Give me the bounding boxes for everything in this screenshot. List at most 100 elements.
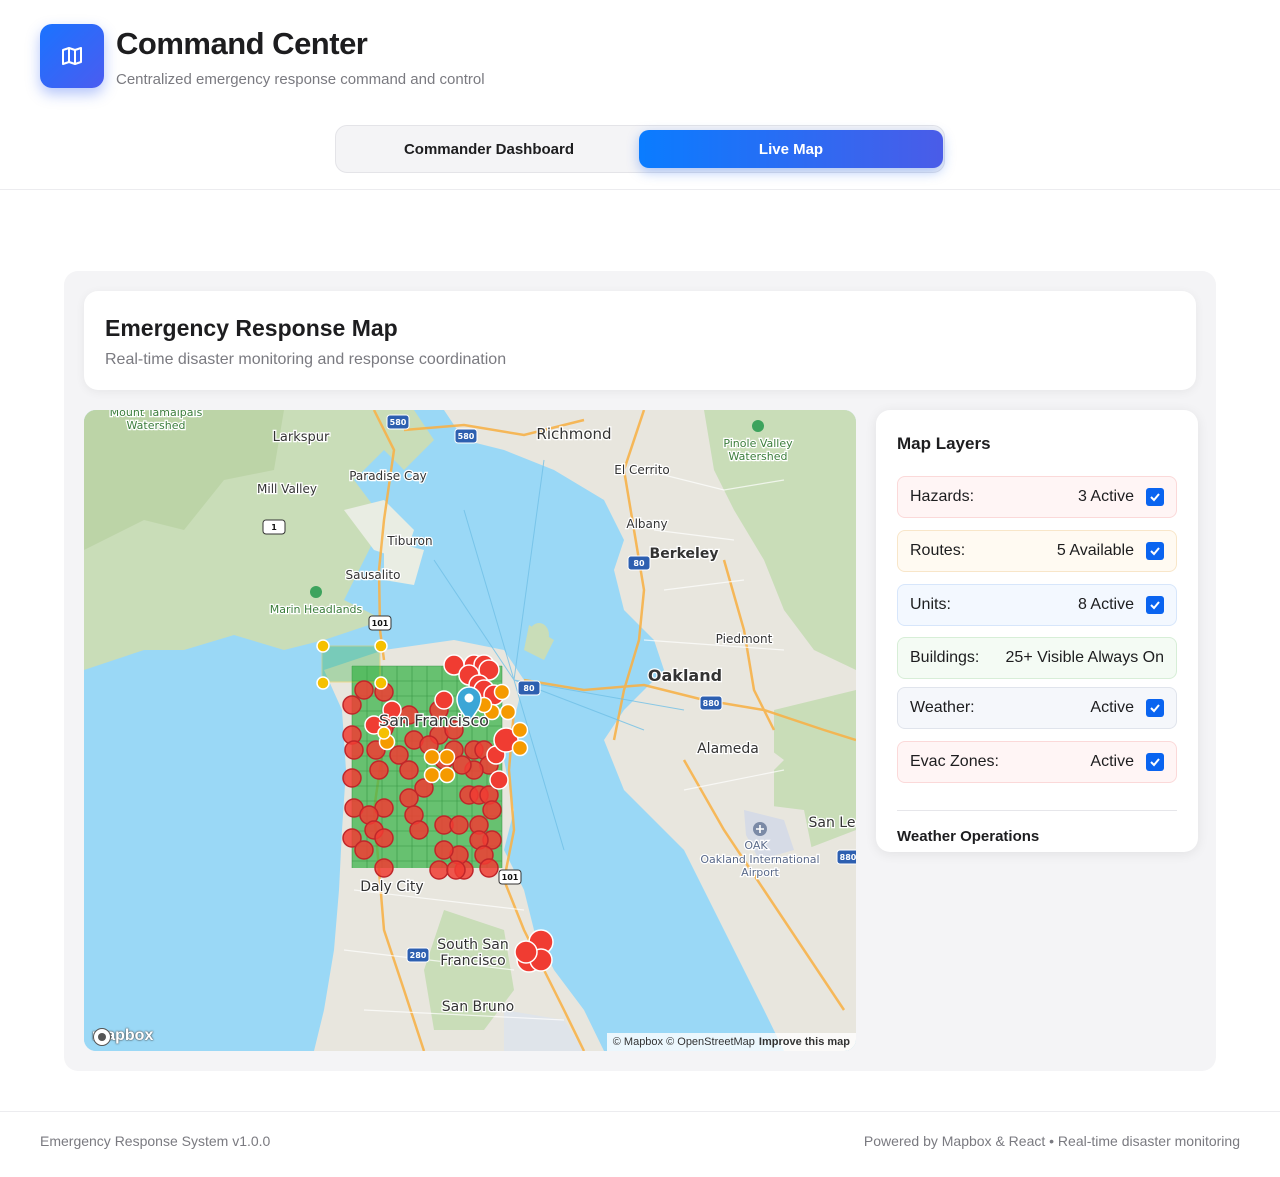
hazard-marker[interactable] (399, 760, 419, 780)
hazard-marker[interactable] (369, 760, 389, 780)
hazard-marker[interactable] (479, 858, 499, 878)
map-title: Emergency Response Map (105, 315, 398, 341)
check-icon (1150, 601, 1160, 610)
unit-marker[interactable] (423, 748, 441, 766)
map-place-label: Daly City (360, 879, 423, 895)
map-place-label: San Francisco (379, 711, 489, 730)
hazard-marker[interactable] (342, 695, 362, 715)
road-shield-icon: 580 (454, 428, 478, 444)
mapbox-logo[interactable]: mapbox (92, 1027, 153, 1046)
hazard-marker[interactable] (354, 680, 374, 700)
unit-marker[interactable] (438, 766, 456, 784)
tab-live-map[interactable]: Live Map (639, 130, 943, 168)
map-place-label: South San Francisco (437, 937, 508, 969)
unit-marker[interactable] (511, 721, 529, 739)
map-canvas[interactable]: 58058011018080880101280880 Mount Tamalpa… (84, 410, 856, 1051)
check-icon (1150, 758, 1160, 767)
map-header-card: Emergency Response Map Real-time disaste… (84, 291, 1196, 390)
hazard-marker[interactable] (434, 690, 454, 710)
svg-text:101: 101 (372, 619, 389, 628)
map-place-label: Alameda (697, 741, 759, 757)
layer-name: Hazards: (910, 488, 975, 505)
svg-text:101: 101 (502, 873, 519, 882)
svg-text:880: 880 (703, 699, 720, 708)
airport-icon (753, 822, 767, 836)
map-place-label: Paradise Cay (349, 469, 427, 483)
layer-row-buildings[interactable]: Buildings: 25+ Visible Always On (897, 637, 1177, 679)
layer-row-evaczones[interactable]: Evac Zones: Active (897, 741, 1177, 783)
hazard-marker[interactable] (446, 860, 466, 880)
zone-vertex-marker[interactable] (316, 676, 330, 690)
view-tabs: Commander Dashboard Live Map (335, 125, 945, 173)
hazard-marker[interactable] (489, 770, 509, 790)
layers-title: Map Layers (897, 434, 991, 453)
layer-row-routes[interactable]: Routes: 5 Available (897, 530, 1177, 572)
layer-row-units[interactable]: Units: 8 Active (897, 584, 1177, 626)
check-icon (1150, 547, 1160, 556)
layer-row-hazards[interactable]: Hazards: 3 Active (897, 476, 1177, 518)
hazard-marker[interactable] (409, 820, 429, 840)
layer-checkbox[interactable] (1146, 699, 1164, 717)
hazard-marker[interactable] (449, 815, 469, 835)
layer-row-weather[interactable]: Weather: Active (897, 687, 1177, 729)
unit-marker[interactable] (423, 766, 441, 784)
layer-status: Active (1090, 699, 1134, 716)
unit-marker[interactable] (493, 683, 511, 701)
svg-text:280: 280 (410, 951, 427, 960)
map-icon (62, 47, 82, 65)
tab-commander-dashboard[interactable]: Commander Dashboard (340, 130, 638, 168)
app-logo[interactable] (40, 24, 104, 88)
road-shield-icon: 101 (498, 869, 522, 885)
layer-name: Buildings: (910, 649, 980, 666)
hazard-marker[interactable] (374, 858, 394, 878)
layer-status: 5 Available (1056, 542, 1134, 559)
layer-name: Evac Zones: (910, 753, 999, 770)
check-icon (1150, 493, 1160, 502)
hazard-marker[interactable] (482, 800, 502, 820)
page-subtitle: Centralized emergency response command a… (116, 71, 485, 88)
layer-status: 3 Active (1077, 488, 1134, 505)
map-attribution: © Mapbox © OpenStreetMap Improve this ma… (606, 1033, 856, 1051)
footer-version: Emergency Response System v1.0.0 (40, 1133, 271, 1149)
svg-text:880: 880 (840, 853, 856, 862)
unit-marker[interactable] (499, 703, 517, 721)
divider (897, 810, 1177, 811)
improve-map-link[interactable]: Improve this map (759, 1036, 850, 1048)
layer-checkbox[interactable] (1146, 542, 1164, 560)
hazard-marker[interactable] (342, 768, 362, 788)
road-shield-icon: 880 (699, 695, 723, 711)
hazard-marker[interactable] (344, 740, 364, 760)
unit-marker[interactable] (438, 748, 456, 766)
hazard-marker[interactable] (374, 828, 394, 848)
hazard-marker[interactable] (354, 840, 374, 860)
layer-checkbox[interactable] (1146, 596, 1164, 614)
map-description: Real-time disaster monitoring and respon… (105, 351, 507, 368)
layer-name: Routes: (910, 542, 966, 559)
layer-status: 25+ Visible Always On (1005, 649, 1164, 666)
check-icon (1150, 704, 1160, 713)
page-title: Command Center (116, 26, 368, 61)
attribution-text[interactable]: © Mapbox © OpenStreetMap (613, 1036, 755, 1048)
hazard-marker[interactable] (452, 755, 472, 775)
hazard-marker[interactable] (399, 788, 419, 808)
interactive-map[interactable]: 580 580 1 101 80 80 880 101 280 880 Mount Tamalpa… (84, 410, 856, 1051)
unit-marker[interactable] (511, 739, 529, 757)
svg-text:1: 1 (271, 523, 277, 532)
map-place-label: San Bruno (442, 999, 514, 1015)
svg-text:580: 580 (390, 418, 407, 427)
layer-checkbox[interactable] (1146, 753, 1164, 771)
app-header: Command Center Centralized emergency res… (0, 0, 1280, 190)
weather-operations-title: Weather Operations (897, 828, 1040, 845)
zone-vertex-marker[interactable] (316, 639, 330, 653)
hazard-marker[interactable] (429, 860, 449, 880)
road-shield-icon: 80 (517, 680, 541, 696)
road-shield-icon: 280 (406, 947, 430, 963)
svg-text:80: 80 (523, 684, 535, 693)
layer-name: Units: (910, 596, 951, 613)
map-place-label: San Le (809, 815, 856, 831)
zone-vertex-marker[interactable] (374, 639, 388, 653)
hazard-marker[interactable] (434, 840, 454, 860)
hazard-marker[interactable] (514, 940, 538, 964)
layer-checkbox[interactable] (1146, 488, 1164, 506)
zone-vertex-marker[interactable] (374, 676, 388, 690)
